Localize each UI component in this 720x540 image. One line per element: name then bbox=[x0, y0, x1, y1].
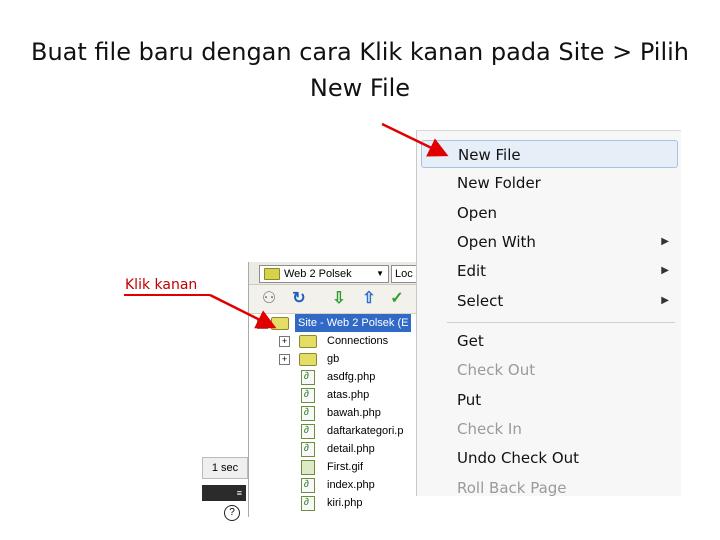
tree-row-label: asdfg.php bbox=[327, 371, 376, 383]
php-file-icon bbox=[301, 422, 315, 440]
tree-row-label: index.php bbox=[327, 479, 375, 491]
menu-item-label: Put bbox=[457, 391, 482, 409]
menu-item-roll-back-page: Roll Back Page bbox=[417, 474, 681, 496]
side-panel-stub: 1 sec ≡ ? bbox=[202, 457, 248, 521]
tree-row-file[interactable]: bawah.php bbox=[249, 404, 427, 422]
menu-item-label: New Folder bbox=[457, 174, 541, 192]
tree-row-label: daftarkategori.p bbox=[327, 425, 404, 437]
tree-row-label: gb bbox=[327, 353, 340, 365]
submenu-arrow-icon: ▶ bbox=[661, 295, 669, 306]
check-out-icon[interactable]: ✓ bbox=[387, 289, 407, 309]
submenu-arrow-icon: ▶ bbox=[661, 236, 669, 247]
expand-icon[interactable]: + bbox=[279, 354, 290, 365]
menu-item-put[interactable]: Put bbox=[417, 386, 681, 414]
expand-icon[interactable]: + bbox=[279, 336, 290, 347]
time-label: 1 sec bbox=[202, 457, 248, 479]
folder-icon bbox=[299, 353, 317, 366]
files-toolbar: ⚇ ↻ ⇩ ⇧ ✓ bbox=[249, 285, 427, 314]
menu-item-label: Select bbox=[457, 292, 504, 310]
tree-row-file[interactable]: detail.php bbox=[249, 440, 427, 458]
php-file-icon bbox=[301, 476, 315, 494]
tree-row-label: bawah.php bbox=[327, 407, 381, 419]
php-file-icon bbox=[301, 404, 315, 422]
tree-row-file[interactable]: atas.php bbox=[249, 386, 427, 404]
tree-row-file[interactable]: daftarkategori.p bbox=[249, 422, 427, 440]
menu-item-label: Undo Check Out bbox=[457, 449, 580, 467]
menu-item-label: Get bbox=[457, 332, 484, 350]
menu-item-check-out: Check Out bbox=[417, 356, 681, 384]
menu-item-new-folder[interactable]: New Folder bbox=[417, 169, 681, 197]
tree-row-label: atas.php bbox=[327, 389, 370, 401]
menu-item-label: Edit bbox=[457, 262, 487, 280]
menu-item-label: Check In bbox=[457, 420, 522, 438]
put-up-arrow-icon[interactable]: ⇧ bbox=[359, 289, 379, 309]
slide-title: Buat file baru dengan cara Klik kanan pa… bbox=[30, 38, 689, 102]
tree-row-site[interactable]: − Site - Web 2 Polsek (E bbox=[249, 314, 427, 332]
php-file-icon bbox=[301, 386, 315, 404]
php-file-icon bbox=[301, 494, 315, 512]
menu-item-open[interactable]: Open bbox=[417, 199, 681, 227]
tree-row-label: First.gif bbox=[327, 461, 364, 473]
tree-row-gb[interactable]: + gb bbox=[249, 350, 427, 368]
menu-item-label: Check Out bbox=[457, 361, 536, 379]
menu-item-label: Open With bbox=[457, 233, 536, 251]
tree-row-file[interactable]: asdfg.php bbox=[249, 368, 427, 386]
klik-kanan-label: Klik kanan bbox=[125, 277, 198, 293]
tree-row-file[interactable]: First.gif bbox=[249, 458, 427, 476]
dropdown-caret-icon: ▼ bbox=[376, 269, 384, 278]
folder-icon bbox=[264, 268, 280, 280]
tree-row-label: Site - Web 2 Polsek (E bbox=[295, 314, 412, 332]
tree-row-connections[interactable]: + Connections bbox=[249, 332, 427, 350]
file-tree: − Site - Web 2 Polsek (E + Connections +… bbox=[249, 314, 427, 512]
menu-item-label: New File bbox=[458, 146, 521, 164]
submenu-arrow-icon: ▶ bbox=[661, 265, 669, 276]
tree-row-file[interactable]: index.php bbox=[249, 476, 427, 494]
menu-item-open-with[interactable]: Open With ▶ bbox=[417, 228, 681, 256]
tree-row-file[interactable]: kiri.php bbox=[249, 494, 427, 512]
tree-row-label: Connections bbox=[327, 335, 389, 347]
collapse-icon[interactable]: − bbox=[257, 318, 268, 329]
get-down-arrow-icon[interactable]: ⇩ bbox=[329, 289, 349, 309]
menu-item-check-in: Check In bbox=[417, 415, 681, 443]
php-file-icon bbox=[301, 440, 315, 458]
site-folder-icon bbox=[271, 317, 289, 330]
panel-menu-icon[interactable]: ≡ bbox=[202, 485, 246, 501]
menu-item-new-file[interactable]: New File bbox=[421, 140, 678, 168]
files-panel: Web 2 Polsek ▼ Loc ⚇ ↻ ⇩ ⇧ ✓ − Site - We… bbox=[248, 262, 427, 517]
php-file-icon bbox=[301, 368, 315, 386]
menu-item-select[interactable]: Select ▶ bbox=[417, 287, 681, 315]
menu-item-label: Roll Back Page bbox=[457, 479, 567, 496]
menu-item-undo-check-out[interactable]: Undo Check Out bbox=[417, 444, 681, 472]
folder-icon bbox=[299, 335, 317, 348]
site-select-value: Web 2 Polsek bbox=[284, 268, 352, 280]
gif-file-icon bbox=[301, 460, 315, 475]
menu-separator bbox=[447, 322, 675, 323]
refresh-icon[interactable]: ↻ bbox=[289, 289, 309, 309]
menu-item-edit[interactable]: Edit ▶ bbox=[417, 257, 681, 285]
menu-item-label: Open bbox=[457, 204, 498, 222]
files-topbar: Web 2 Polsek ▼ Loc bbox=[249, 262, 427, 285]
help-icon[interactable]: ? bbox=[224, 505, 240, 521]
connect-icon[interactable]: ⚇ bbox=[259, 289, 279, 309]
menu-item-get[interactable]: Get bbox=[417, 327, 681, 355]
tree-row-label: kiri.php bbox=[327, 497, 363, 509]
site-select[interactable]: Web 2 Polsek ▼ bbox=[259, 265, 389, 283]
context-menu: New File New Folder Open Open With ▶ Edi… bbox=[416, 130, 681, 496]
tree-row-label: detail.php bbox=[327, 443, 375, 455]
